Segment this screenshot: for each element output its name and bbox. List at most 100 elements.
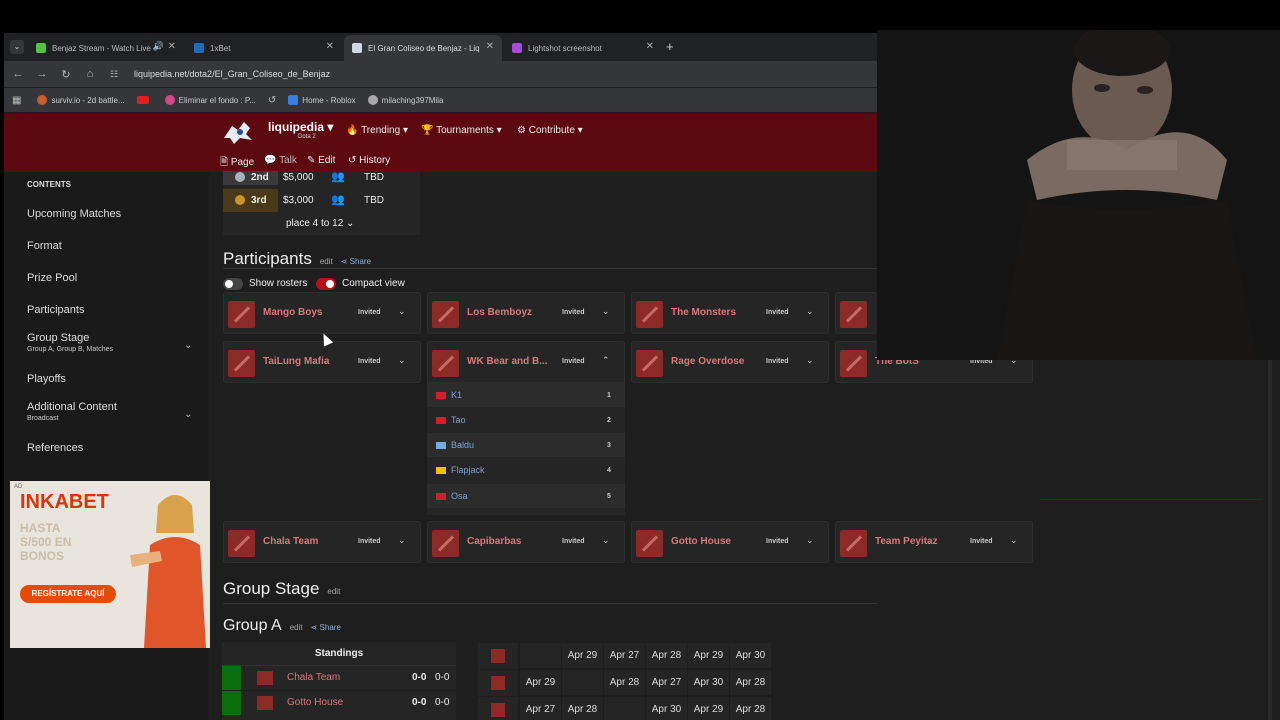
close-tab-icon[interactable]: ✕ bbox=[646, 41, 654, 52]
team-card[interactable]: Los Bemboyz Invited ⌄ bbox=[427, 292, 625, 334]
close-tab-icon[interactable]: ✕ bbox=[486, 41, 494, 52]
edit-link[interactable]: edit bbox=[290, 623, 303, 632]
reload-icon[interactable]: ↻ bbox=[54, 68, 78, 81]
schedule-cell[interactable]: Apr 27 bbox=[520, 697, 562, 720]
chevron-down-icon[interactable]: ⌄ bbox=[184, 340, 192, 351]
team-name[interactable]: WK Bear and B... bbox=[467, 356, 551, 367]
schedule-cell[interactable]: Apr 27 bbox=[604, 643, 646, 669]
team-name[interactable]: Capibarbas bbox=[467, 536, 551, 547]
close-tab-icon[interactable]: ✕ bbox=[168, 41, 176, 52]
tab-liquipedia[interactable]: El Gran Coliseo de Benjaz - Liq ✕ bbox=[344, 35, 502, 61]
player-name[interactable]: Tao bbox=[451, 415, 466, 425]
team-card[interactable]: Capibarbas Invited ⌄ bbox=[427, 521, 625, 563]
player-name[interactable]: Flapjack bbox=[451, 465, 485, 475]
apps-grid-icon[interactable]: ▦ bbox=[12, 95, 21, 106]
schedule-cell[interactable]: Apr 28 bbox=[730, 697, 772, 720]
toc-prize-pool[interactable]: Prize Pool bbox=[27, 272, 77, 284]
bookmark-roblox[interactable]: Home - Roblox bbox=[288, 95, 356, 105]
liquipedia-logo-icon[interactable] bbox=[220, 118, 256, 148]
team-card[interactable]: Chala Team Invited ⌄ bbox=[223, 521, 421, 563]
team-card[interactable]: Rage Overdose Invited ⌄ bbox=[631, 341, 829, 383]
schedule-cell[interactable]: Apr 28 bbox=[604, 670, 646, 696]
team-name[interactable]: Gotto House bbox=[671, 536, 755, 547]
home-icon[interactable]: ⌂ bbox=[78, 68, 102, 80]
share-link[interactable]: ⋖ Share bbox=[341, 257, 371, 266]
team-name[interactable]: Team Peyitaz bbox=[875, 536, 959, 547]
player-name[interactable]: Baldu bbox=[451, 440, 474, 450]
team-name[interactable]: Los Bemboyz bbox=[467, 307, 551, 318]
team-name[interactable]: TaiLung Mafia bbox=[263, 356, 347, 367]
team-name[interactable]: The Monsters bbox=[671, 307, 755, 318]
chevron-up-icon[interactable]: ⌃ bbox=[602, 355, 610, 366]
bookmark-milaching[interactable]: milaching397Mila bbox=[367, 95, 443, 105]
schedule-cell[interactable]: Apr 29 bbox=[688, 643, 730, 669]
schedule-cell[interactable]: Apr 29 bbox=[562, 643, 604, 669]
talk-tab[interactable]: 💬 Talk bbox=[264, 155, 297, 166]
chevron-down-icon[interactable]: ⌄ bbox=[806, 535, 814, 546]
tab-lightshot[interactable]: Lightshot screenshot ✕ bbox=[504, 35, 662, 61]
schedule-cell[interactable]: Apr 28 bbox=[730, 670, 772, 696]
team-card[interactable]: Team Peyitaz Invited ⌄ bbox=[835, 521, 1033, 563]
team-card[interactable]: The Monsters Invited ⌄ bbox=[631, 292, 829, 334]
team-card[interactable] bbox=[835, 292, 877, 334]
toc-playoffs[interactable]: Playoffs bbox=[27, 373, 66, 385]
close-tab-icon[interactable]: ✕ bbox=[326, 41, 334, 52]
schedule-cell[interactable]: Apr 29 bbox=[520, 670, 562, 696]
bookmark-history[interactable]: ↺ bbox=[268, 95, 276, 106]
tab-search-chevron-icon[interactable]: ⌄ bbox=[10, 40, 24, 54]
team-name[interactable]: Mango Boys bbox=[263, 307, 347, 318]
team-card[interactable]: TaiLung Mafia Invited ⌄ bbox=[223, 341, 421, 383]
inkabet-ad[interactable]: AD INKABET HASTA S/500 EN BONOS REGÍSTRATE… bbox=[10, 481, 210, 648]
bookmark-remove-bg[interactable]: Eliminar el fondo : P... bbox=[164, 95, 256, 105]
new-tab-button[interactable]: + bbox=[666, 39, 674, 54]
chevron-down-icon[interactable]: ⌄ bbox=[602, 535, 610, 546]
tab-1xbet[interactable]: 1xBet ✕ bbox=[186, 35, 342, 61]
compact-view-toggle[interactable] bbox=[316, 278, 336, 290]
chevron-down-icon[interactable]: ⌄ bbox=[806, 306, 814, 317]
chevron-down-icon[interactable]: ⌄ bbox=[806, 355, 814, 366]
toc-upcoming-matches[interactable]: Upcoming Matches bbox=[27, 208, 121, 220]
team-name[interactable]: Rage Overdose bbox=[671, 356, 755, 367]
toc-additional-content[interactable]: Additional Content Broadcast bbox=[27, 401, 117, 422]
team-card[interactable]: Mango Boys Invited ⌄ bbox=[223, 292, 421, 334]
forward-icon[interactable]: → bbox=[30, 68, 54, 80]
chevron-down-icon[interactable]: ⌄ bbox=[1010, 535, 1018, 546]
schedule-cell[interactable]: Apr 30 bbox=[646, 697, 688, 720]
schedule-cell[interactable]: Apr 27 bbox=[646, 670, 688, 696]
toc-format[interactable]: Format bbox=[27, 240, 62, 252]
expand-places-button[interactable]: place 4 to 12 ⌄ bbox=[286, 218, 354, 229]
show-rosters-toggle[interactable] bbox=[223, 278, 243, 290]
team-name[interactable]: Chala Team bbox=[287, 672, 340, 683]
site-info-icon[interactable]: ☷ bbox=[102, 69, 126, 80]
schedule-cell[interactable]: Apr 30 bbox=[688, 670, 730, 696]
player-name[interactable]: Osa bbox=[451, 491, 468, 501]
toc-group-stage[interactable]: Group Stage Group A, Group B, Matches bbox=[27, 332, 113, 353]
chevron-down-icon[interactable]: ⌄ bbox=[398, 535, 406, 546]
schedule-cell[interactable]: Apr 28 bbox=[646, 643, 688, 669]
schedule-cell[interactable]: Apr 28 bbox=[562, 697, 604, 720]
bookmark-youtube[interactable] bbox=[136, 96, 153, 104]
team-name[interactable]: Gotto House bbox=[287, 697, 343, 708]
menu-contribute[interactable]: ⚙ Contribute ▾ bbox=[517, 125, 583, 136]
menu-tournaments[interactable]: 🏆 Tournaments ▾ bbox=[421, 125, 502, 136]
chevron-down-icon[interactable]: ⌄ bbox=[398, 306, 406, 317]
team-card[interactable]: Gotto House Invited ⌄ bbox=[631, 521, 829, 563]
history-tab[interactable]: ↺ History bbox=[348, 155, 390, 166]
edit-link[interactable]: edit bbox=[320, 257, 333, 266]
tab-benjaz-stream[interactable]: Benjaz Stream - Watch Live 🔊 ✕ bbox=[28, 35, 184, 61]
url-field[interactable]: liquipedia.net/dota2/El_Gran_Coliseo_de_… bbox=[134, 69, 330, 79]
back-icon[interactable]: ← bbox=[6, 68, 30, 80]
liquipedia-brand[interactable]: liquipedia ▾ bbox=[268, 120, 333, 134]
toc-participants[interactable]: Participants bbox=[27, 304, 84, 316]
bookmark-surviv[interactable]: surviv.io - 2d battle... bbox=[37, 95, 125, 105]
team-name[interactable]: Chala Team bbox=[263, 536, 347, 547]
team-card-expanded[interactable]: WK Bear and B... Invited ⌃ bbox=[427, 341, 625, 383]
schedule-cell[interactable]: Apr 29 bbox=[688, 697, 730, 720]
ad-register-button[interactable]: REGÍSTRATE AQUÍ bbox=[20, 585, 116, 603]
scrollbar[interactable] bbox=[1268, 360, 1272, 720]
page-tab[interactable]: 🗎 Page bbox=[220, 155, 254, 172]
share-link[interactable]: ⋖ Share bbox=[311, 623, 341, 632]
edit-link[interactable]: edit bbox=[327, 587, 340, 596]
toc-references[interactable]: References bbox=[27, 442, 83, 454]
player-name[interactable]: K1 bbox=[451, 390, 462, 400]
